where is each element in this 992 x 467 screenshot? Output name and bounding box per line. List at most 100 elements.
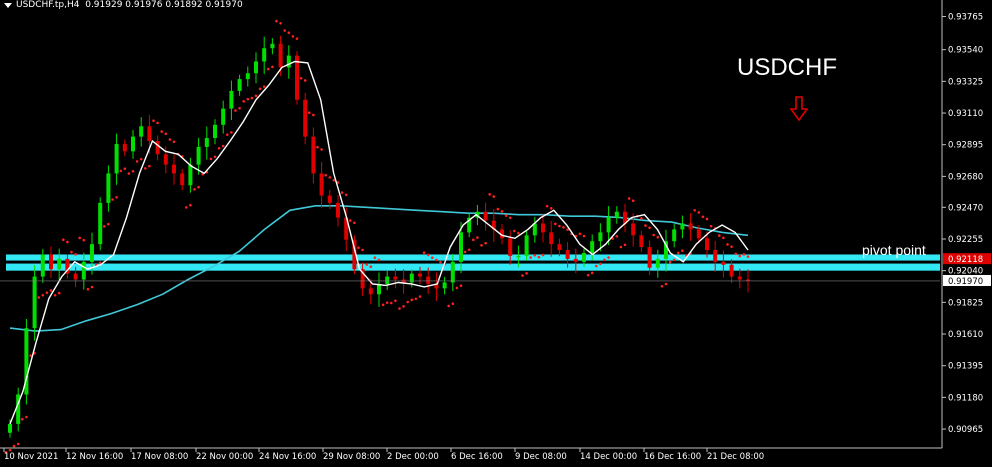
candle-body [688,223,693,230]
sar-dot [718,234,721,237]
sar-dot [12,444,16,448]
symbol-title: USDCHF [737,54,837,81]
sar-dot [262,85,266,88]
sar-dot [373,256,377,260]
sar-dot [312,113,315,117]
candle-body [713,250,718,262]
candle-body [450,261,455,283]
sar-dot [406,300,410,304]
y-tick-label: 0.93110 [948,109,983,119]
sar-dot [734,252,737,256]
sar-dot [103,225,106,228]
sar-dot [656,235,660,239]
candle-body [696,229,701,239]
chart-header: USDCHF.tp,H4 0.91929 0.91976 0.91892 0.9… [16,0,243,10]
candle-body [426,276,431,284]
candle-body [729,264,734,277]
pivot-point-label: pivot point [862,242,926,258]
sar-dot [37,296,40,299]
sar-dot [139,157,143,161]
menu-triangle-icon[interactable] [4,3,12,8]
x-tick-label: 24 Nov 16:00 [259,452,316,462]
sar-dot [414,297,418,301]
candle-body [229,90,234,109]
sar-dot [709,224,713,228]
sar-dot [320,148,323,151]
y-tick-label: 0.92680 [948,172,983,182]
sar-dot [29,354,32,357]
candle-body [114,143,119,174]
candle-body [57,258,62,270]
sar-dot [652,233,655,237]
sar-dot [578,232,582,236]
chart-area[interactable]: 0.93765 0.93540 0.93325 0.93110 0.92895 0.926… [0,0,992,463]
candle-body [254,61,258,74]
sar-dot [599,262,602,266]
sar-dot [107,222,110,226]
sar-dot [226,133,229,136]
candle-body [49,254,53,270]
x-tick-label: 9 Dec 08:00 [515,452,567,462]
candle-body [557,244,562,251]
sar-dot [533,253,537,257]
candle-body [336,202,340,218]
sar-dot [521,274,524,277]
candle-body [459,232,463,262]
sar-dot [463,250,467,254]
sar-dot [586,273,590,277]
sar-dot [217,146,221,150]
sar-dot [394,299,397,303]
sar-dot [324,173,328,177]
sar-dot [385,301,389,304]
sar-dot [172,140,176,144]
candle-body [516,255,521,258]
sar-dot [164,132,168,136]
y-tick-label: 0.93540 [948,46,983,56]
y-tick-label: 0.93325 [948,77,983,87]
sar-dot [398,307,401,310]
sar-dot [119,169,122,173]
sar-dot [344,193,348,197]
candle-body [508,238,513,256]
candle-body [81,261,86,280]
y-tick-label: 0.92470 [948,203,983,213]
sar-dot [484,241,487,245]
sar-dot [45,291,49,294]
candle-body [98,202,103,245]
candle-body [672,229,677,242]
header-instrument: USDCHF.tp,H4 [16,0,80,10]
y-tick-label: 0.91825 [948,298,983,308]
sar-dot [418,295,422,298]
x-tick-label: 22 Nov 00:00 [196,452,253,462]
sar-dot [258,87,262,91]
sar-dot [21,417,24,421]
sar-dot [439,260,442,264]
candle-body [122,143,127,152]
sar-dot [41,293,45,297]
sar-dot [562,226,565,229]
sar-dot [746,255,750,258]
pivot-zone-lower [6,263,940,271]
sar-dot [648,226,651,230]
sar-dot [74,253,77,256]
sar-dot [160,130,163,133]
sar-dot [595,264,598,268]
candle-body [327,195,332,203]
sar-dot [422,251,426,254]
sar-dot [435,258,438,262]
candle-body [262,48,267,62]
sar-dot [291,35,295,38]
candle-body [418,273,422,277]
price-chart[interactable]: 0.93765 0.93540 0.93325 0.93110 0.92895 0.926… [0,0,992,463]
pivot-price-label: 0.92118 [948,255,983,265]
candle-body [155,141,160,155]
sar-dot [361,248,364,252]
sar-dot [213,155,217,159]
sar-dot [705,217,709,221]
sar-dot [640,217,643,220]
sar-dot [234,109,237,112]
sar-dot [82,238,86,242]
candle-body [172,164,176,174]
sar-dot [283,29,287,32]
sar-dot [66,240,69,244]
